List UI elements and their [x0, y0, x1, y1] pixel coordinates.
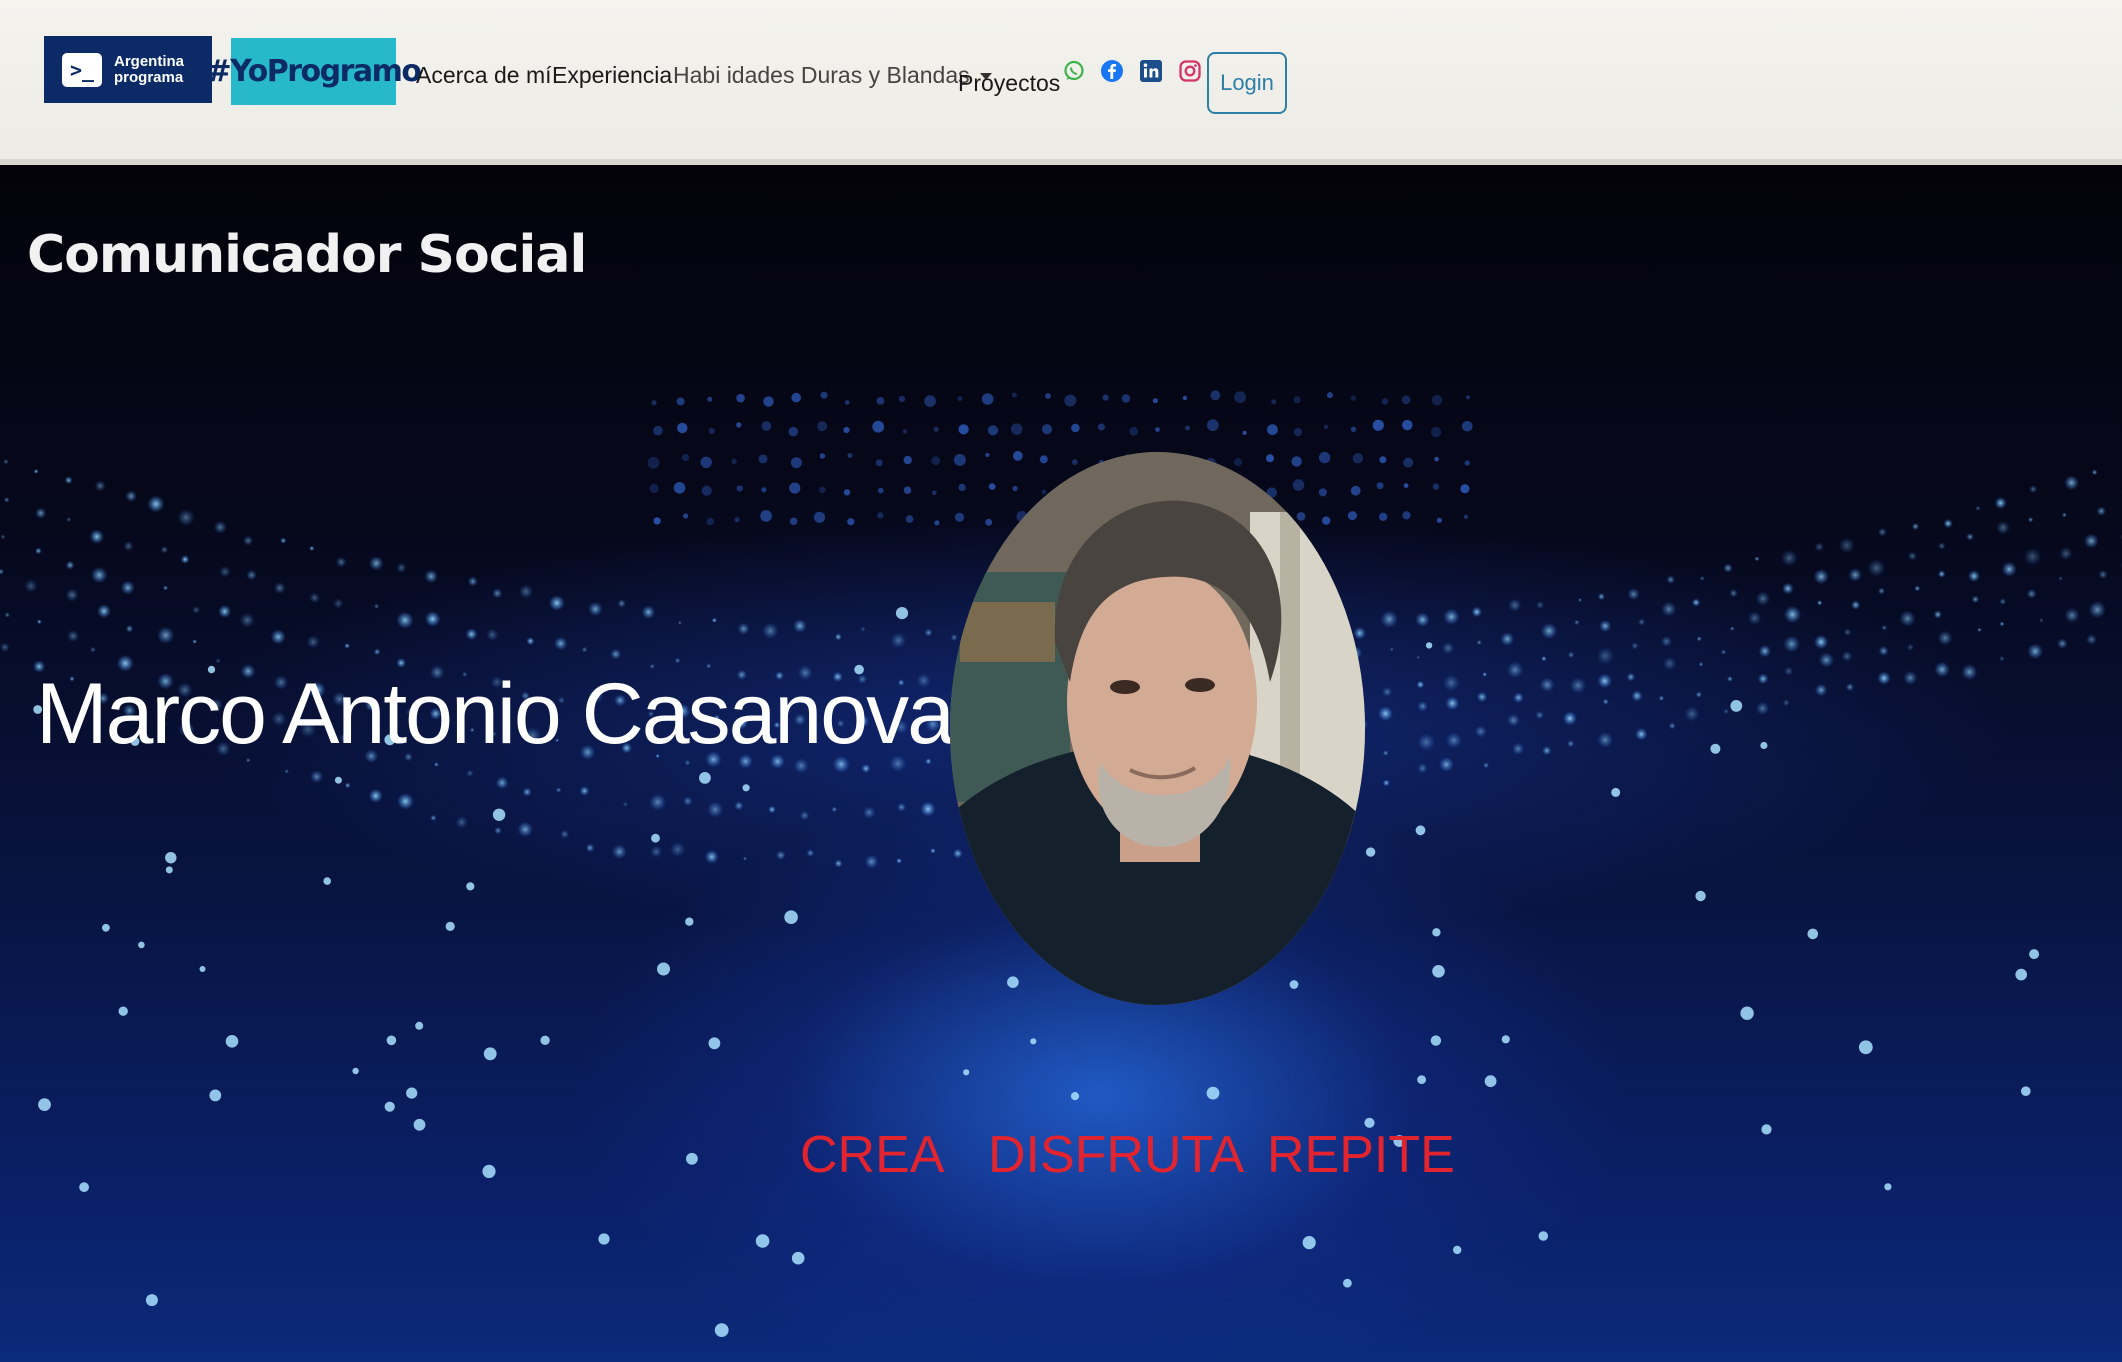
nav-link-about[interactable]: Acerca de mí	[416, 62, 552, 89]
navbar: >_ Argentina programa #YoProgramo Acerca…	[0, 0, 2122, 165]
ap-line-2: programa	[114, 68, 184, 86]
facebook-icon[interactable]	[1099, 58, 1125, 84]
argentina-programa-logo[interactable]: >_ Argentina programa	[44, 36, 212, 103]
profile-avatar	[950, 452, 1365, 1005]
nav-link-skills-dropdown[interactable]: Habi idades Duras y Blandas	[673, 62, 992, 89]
nav-link-skills-label: Habi idades Duras y Blandas	[673, 62, 970, 88]
motto-crea: CREA	[800, 1126, 945, 1184]
nav-link-projects[interactable]: Proyectos	[958, 70, 1060, 97]
terminal-icon: >_	[62, 52, 102, 87]
motto-repite: REPITE	[1267, 1126, 1455, 1184]
nav-link-experience[interactable]: Experiencia	[552, 62, 672, 89]
hero-subtitle: Comunicador Social	[27, 225, 587, 285]
hero-name: Marco Antonio Casanova	[36, 666, 955, 762]
profile-photo-illustration	[950, 452, 1365, 1005]
instagram-icon[interactable]	[1177, 58, 1203, 84]
yoprogramo-logo[interactable]: #YoProgramo	[207, 38, 422, 105]
login-button[interactable]: Login	[1207, 52, 1287, 114]
hero-banner: Comunicador Social Marco Antonio Casanov…	[0, 165, 2122, 1362]
linkedin-icon[interactable]	[1138, 58, 1164, 84]
whatsapp-icon[interactable]	[1061, 58, 1087, 84]
motto-disfruta: DISFRUTA	[988, 1126, 1245, 1184]
argentina-programa-text: Argentina programa	[114, 52, 185, 86]
ap-line-1: Argentina	[114, 52, 185, 70]
